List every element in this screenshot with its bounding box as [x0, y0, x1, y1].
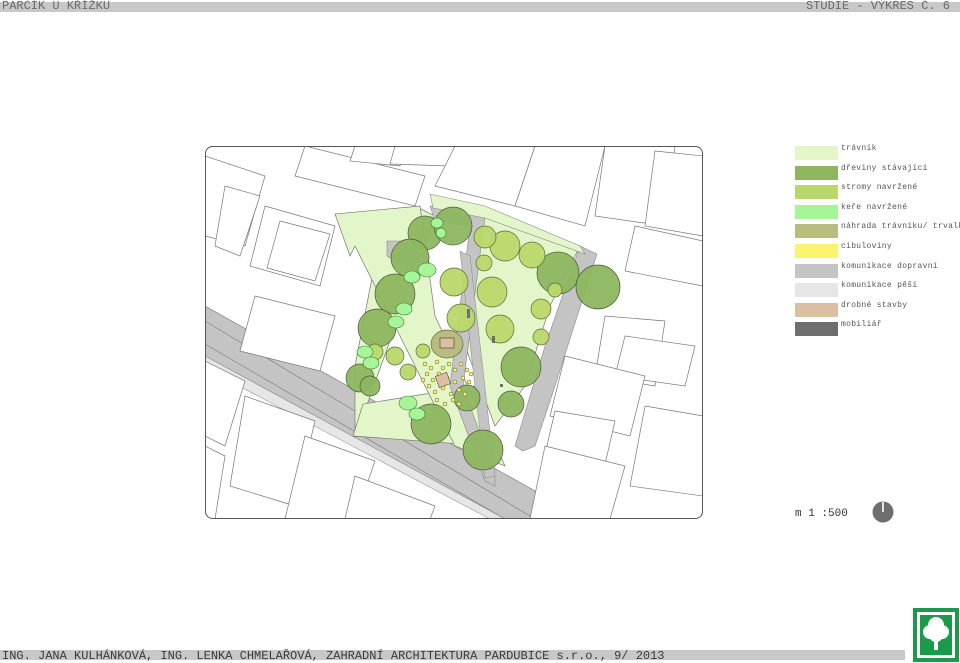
legend-label: cibuloviny: [841, 242, 893, 251]
legend-label: trávník: [841, 144, 877, 153]
site-plan: [205, 146, 703, 519]
legend-swatch: [795, 165, 838, 180]
legend-swatch: [795, 263, 838, 278]
legend-item-existing-trees: dřeviny stávající: [795, 163, 955, 184]
legend-item-road: komunikace dopravní: [795, 261, 955, 282]
scale-label: m 1 :500: [795, 508, 848, 520]
legend-swatch: [795, 185, 838, 200]
legend-item-structures: drobné stavby: [795, 300, 955, 321]
legend-item-proposed-trees: stromy navržené: [795, 183, 955, 203]
legend-swatch: [795, 302, 838, 317]
small-structure: [439, 337, 455, 349]
legend-label: drobné stavby: [841, 300, 908, 310]
footer-credits: ING. JANA KULHÁNKOVÁ, ING. LENKA CHMELAŘ…: [2, 649, 665, 663]
legend-swatch: [795, 146, 838, 160]
legend-item-perennials: náhrada trávníku/ trvalky: [795, 222, 960, 242]
project-title: PARČÍK U KŘÍŽKU: [2, 0, 111, 13]
legend-item-bulbs: cibuloviny: [795, 242, 955, 262]
legend-label: komunikace pěší: [841, 281, 918, 291]
legend-label: mobiliář: [841, 320, 882, 330]
legend-swatch: [795, 283, 838, 298]
legend-item-footpath: komunikace pěší: [795, 281, 955, 301]
legend-label: dřeviny stávající: [841, 163, 928, 173]
sheet-label: STUDIE - VÝKRES Č. 6: [805, 0, 950, 13]
legend-item-proposed-shrubs: keře navržené: [795, 202, 955, 223]
legend-label: stromy navržené: [841, 183, 918, 193]
north-arrow-icon: [872, 501, 894, 523]
legend-swatch: [795, 244, 838, 258]
legend-label: keře navržené: [841, 202, 908, 212]
legend-swatch: [795, 322, 838, 337]
legend-item-furniture: mobiliář: [795, 320, 955, 340]
legend-label: náhrada trávníku/ trvalky: [841, 222, 960, 232]
legend-swatch: [795, 224, 838, 239]
legend-item-lawn: trávník: [795, 144, 955, 164]
tree-logo-icon: [913, 608, 959, 662]
legend-label: komunikace dopravní: [841, 261, 938, 271]
legend-swatch: [795, 204, 838, 219]
